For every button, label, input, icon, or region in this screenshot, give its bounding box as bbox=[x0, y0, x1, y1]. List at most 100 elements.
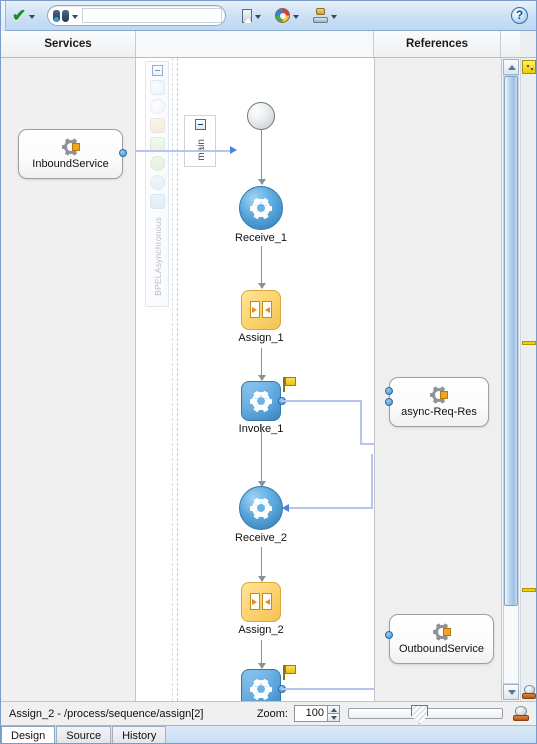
marker-gutter-header bbox=[520, 31, 536, 57]
collapse-icon[interactable] bbox=[194, 119, 206, 130]
scroll-down-button[interactable] bbox=[503, 684, 519, 700]
editor-body: InboundService BPELAsynchronous Receive_… bbox=[1, 58, 536, 701]
human-task-icon[interactable] bbox=[149, 118, 165, 133]
link-inbound bbox=[136, 150, 230, 152]
flow-arrow bbox=[257, 246, 266, 289]
flag-icon bbox=[283, 377, 296, 392]
zoom-stepper-up[interactable] bbox=[327, 705, 340, 713]
diagram-canvas[interactable]: BPELAsynchronous main bbox=[136, 58, 374, 701]
warning-marker-icon[interactable] bbox=[522, 60, 536, 74]
chevron-down-icon[interactable] bbox=[293, 15, 300, 19]
link-invoke1-out bbox=[282, 400, 362, 402]
gear-icon bbox=[250, 678, 272, 700]
palette-icon-list bbox=[146, 80, 168, 209]
activity-invoke-2[interactable]: Invoke_2 bbox=[241, 665, 296, 701]
zoom-stepper[interactable] bbox=[327, 705, 340, 722]
references-header: References bbox=[374, 31, 501, 57]
scope-main[interactable]: main bbox=[184, 115, 216, 167]
lane-guide-left bbox=[172, 58, 173, 701]
deploy-icon bbox=[313, 8, 329, 23]
scrollbar-thumb[interactable] bbox=[504, 76, 518, 606]
assign-copy-icon bbox=[250, 593, 272, 611]
activity-label: Assign_1 bbox=[238, 332, 284, 344]
tab-source[interactable]: Source bbox=[56, 726, 112, 743]
service-icon[interactable] bbox=[149, 99, 165, 114]
services-pane[interactable]: InboundService bbox=[1, 58, 136, 701]
search-box[interactable] bbox=[47, 5, 227, 26]
help-icon[interactable]: ? bbox=[511, 7, 528, 24]
chevron-down-icon[interactable] bbox=[255, 15, 262, 19]
collapse-icon[interactable] bbox=[151, 65, 163, 76]
bookmark-icon bbox=[242, 8, 253, 23]
zoom-stepper-down[interactable] bbox=[327, 713, 340, 722]
link-callback-h2 bbox=[288, 507, 373, 509]
chevron-down-icon[interactable] bbox=[72, 15, 79, 19]
activity-assign-2[interactable]: Assign_2 bbox=[238, 582, 284, 636]
flow-arrow bbox=[257, 424, 266, 487]
references-pane[interactable]: async-Req-Res OutboundService bbox=[374, 58, 501, 701]
canvas-header bbox=[136, 31, 374, 57]
palette-button[interactable] bbox=[273, 4, 301, 28]
scrollbar-track[interactable] bbox=[503, 75, 519, 684]
start-event-node[interactable] bbox=[247, 102, 275, 130]
event-icon[interactable] bbox=[149, 194, 165, 209]
link-invoke2-out bbox=[282, 688, 374, 690]
palette-title-label: BPELAsynchronous bbox=[153, 216, 163, 296]
reference-port-in[interactable] bbox=[385, 631, 393, 639]
search-input[interactable] bbox=[82, 8, 223, 23]
flow-arrow bbox=[257, 348, 266, 381]
tab-design[interactable]: Design bbox=[1, 726, 56, 743]
reference-port-out[interactable] bbox=[385, 398, 393, 406]
service-node-inbound[interactable]: InboundService bbox=[18, 129, 123, 179]
gutter-marker[interactable] bbox=[522, 341, 536, 345]
deploy-button[interactable] bbox=[311, 4, 339, 28]
zoom-input[interactable]: 100 bbox=[294, 705, 328, 722]
service-port-inbound[interactable] bbox=[119, 149, 127, 157]
service-gear-icon bbox=[61, 138, 80, 156]
scroll-up-button[interactable] bbox=[503, 59, 519, 75]
activity-assign-1[interactable]: Assign_1 bbox=[238, 290, 284, 344]
validate-button[interactable]: ✔ bbox=[10, 4, 37, 28]
vertical-scrollbar[interactable] bbox=[501, 58, 520, 701]
zoom-slider-thumb[interactable] bbox=[411, 705, 428, 724]
receive-activity-shape bbox=[239, 486, 283, 530]
tab-history[interactable]: History bbox=[112, 726, 167, 743]
activity-label: Receive_2 bbox=[235, 532, 287, 544]
link-arrowhead bbox=[282, 504, 289, 512]
chevron-down-icon[interactable] bbox=[331, 15, 338, 19]
binoculars-icon bbox=[53, 9, 70, 22]
service-label: InboundService bbox=[32, 158, 109, 170]
activity-palette-strip[interactable]: BPELAsynchronous bbox=[145, 61, 169, 307]
bookmark-button[interactable] bbox=[240, 4, 263, 28]
zoom-fit-icon[interactable] bbox=[522, 685, 536, 699]
gutter-marker[interactable] bbox=[522, 588, 536, 592]
activity-receive-2[interactable]: Receive_2 bbox=[235, 486, 287, 544]
service-gear-icon bbox=[432, 623, 451, 641]
zoom-slider[interactable] bbox=[348, 705, 503, 724]
reference-label: async-Req-Res bbox=[401, 406, 477, 418]
flag-icon bbox=[283, 665, 296, 680]
link-callback-v bbox=[371, 454, 373, 509]
rule-icon[interactable] bbox=[149, 175, 165, 190]
palette-title: BPELAsynchronous bbox=[146, 210, 170, 302]
activity-invoke-1[interactable]: Invoke_1 bbox=[239, 377, 296, 435]
reference-node-async-req-res[interactable]: async-Req-Res bbox=[389, 377, 489, 427]
flow-arrow bbox=[257, 547, 266, 582]
xpath-icon[interactable] bbox=[149, 80, 165, 95]
reference-port-in[interactable] bbox=[385, 387, 393, 395]
link-arrowhead bbox=[230, 146, 237, 154]
invoke-activity-shape bbox=[241, 381, 281, 421]
adapter-icon[interactable] bbox=[149, 156, 165, 171]
flow-arrow bbox=[257, 130, 266, 185]
reference-label: OutboundService bbox=[399, 643, 484, 655]
chevron-down-icon bbox=[508, 690, 516, 695]
activity-receive-1[interactable]: Receive_1 bbox=[235, 186, 287, 244]
toolbar-grip[interactable] bbox=[1, 1, 6, 31]
chevron-down-icon[interactable] bbox=[29, 15, 36, 19]
zoom-fit-icon[interactable] bbox=[513, 706, 530, 721]
marker-gutter[interactable] bbox=[520, 58, 536, 701]
toolbar: ✔ ? bbox=[1, 1, 536, 31]
start-event-icon bbox=[247, 102, 275, 130]
reference-node-outbound[interactable]: OutboundService bbox=[389, 614, 494, 664]
gear-icon bbox=[250, 497, 272, 519]
